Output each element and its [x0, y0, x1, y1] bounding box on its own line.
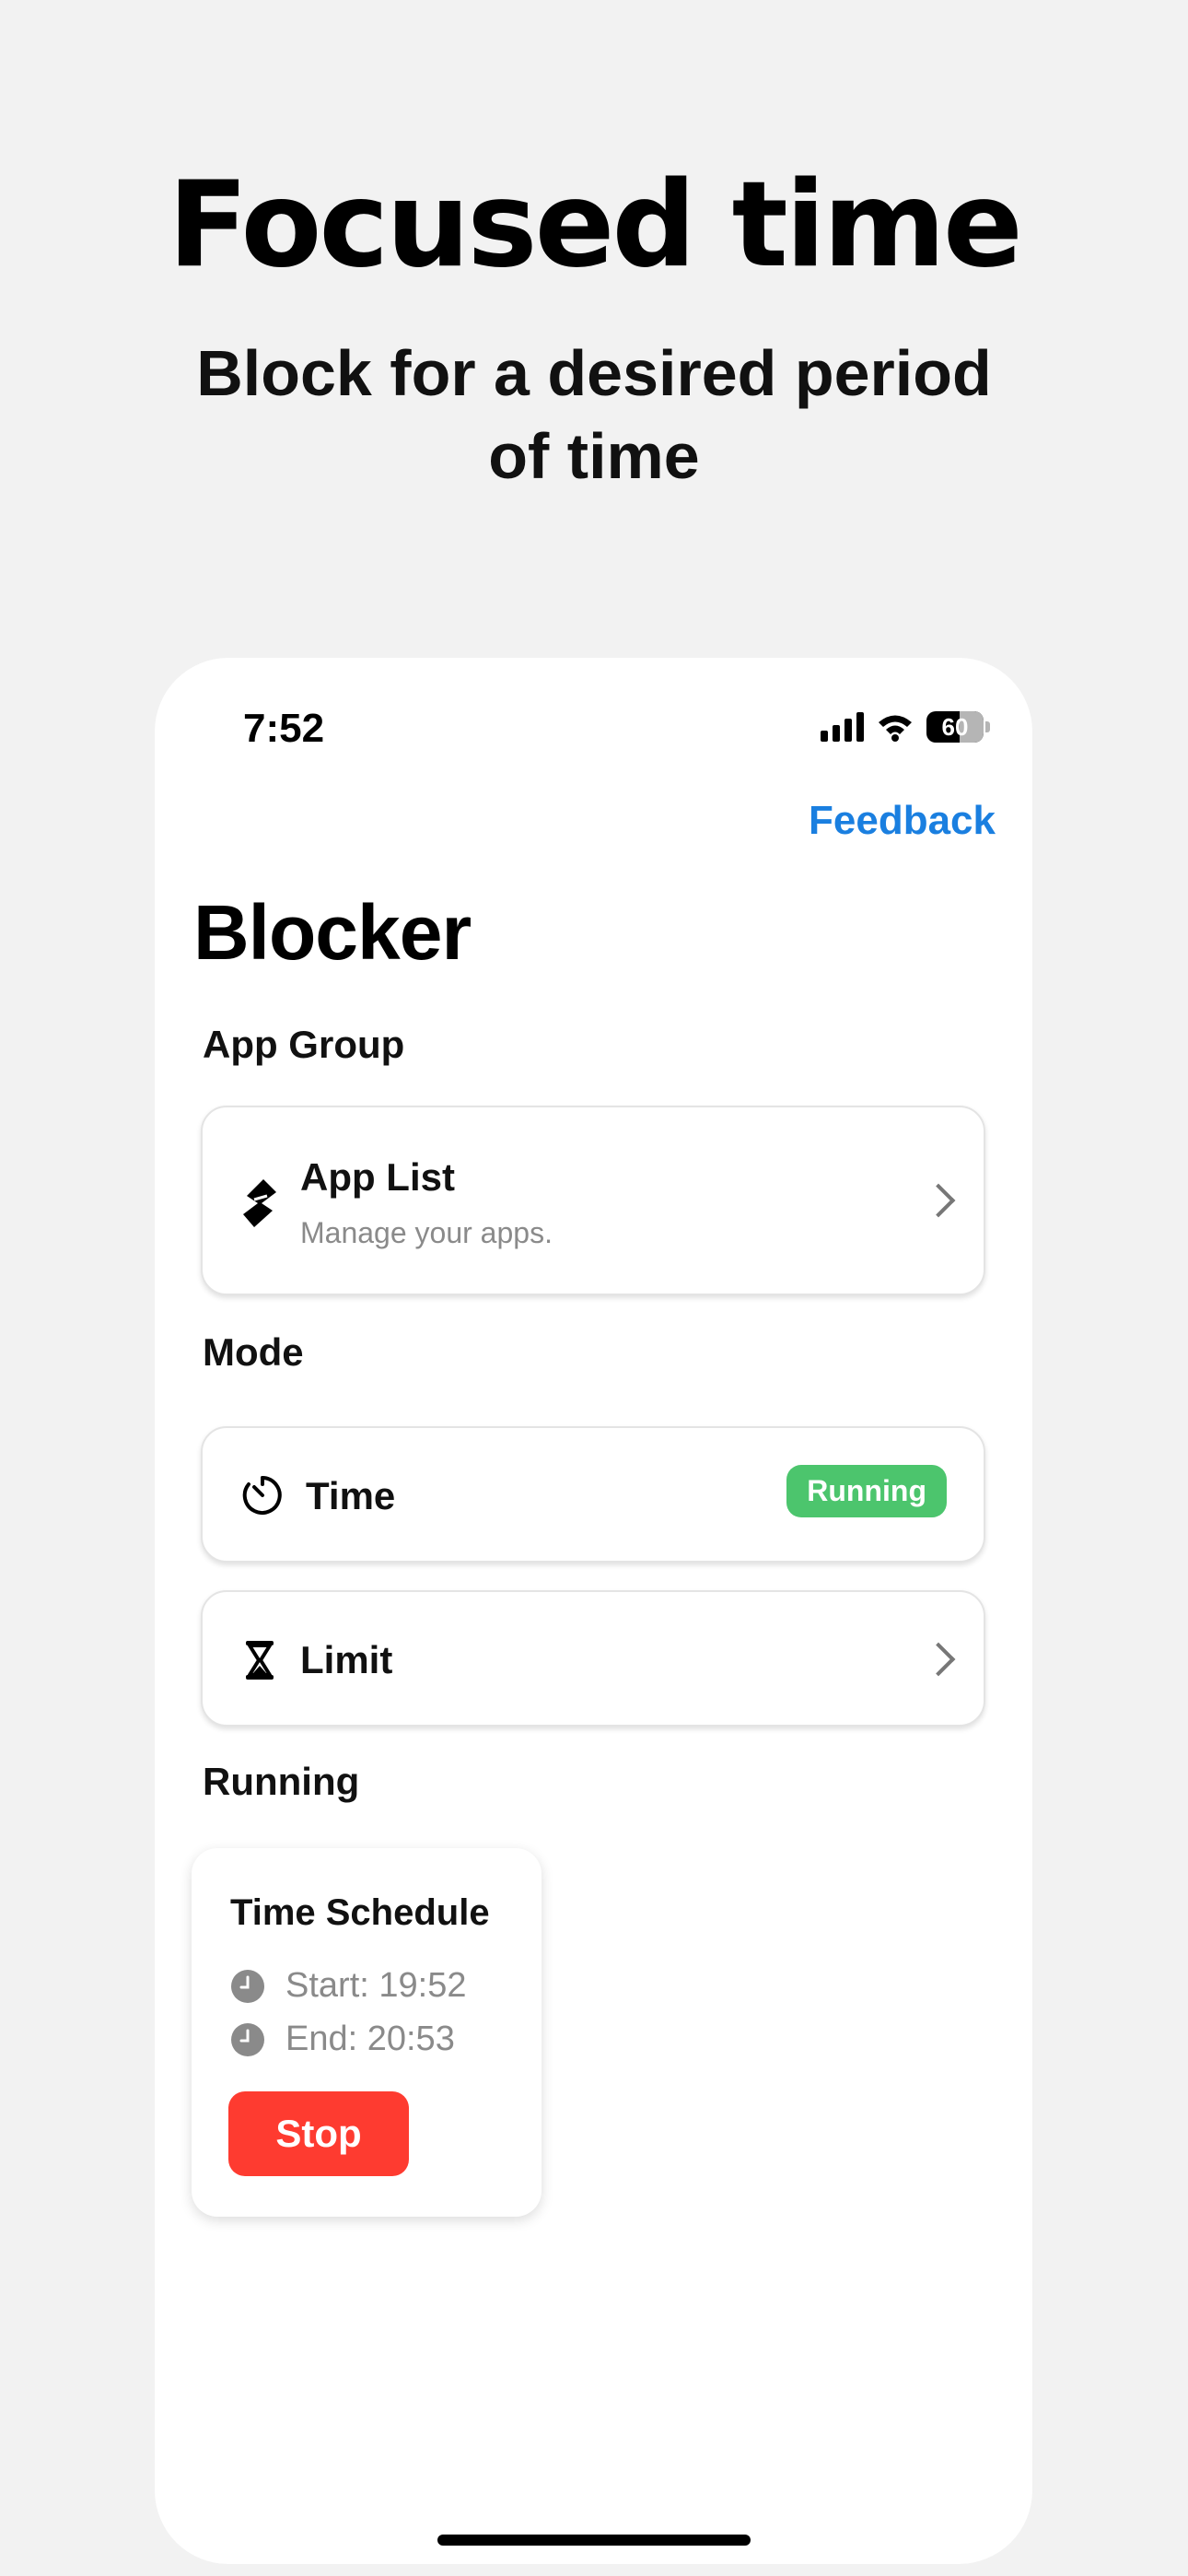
screen-title: Blocker [193, 889, 472, 976]
status-time: 7:52 [243, 706, 325, 751]
status-badge: Running [786, 1465, 947, 1517]
phone-screen: 7:52 60 Feedback Blocker App Group App L… [155, 658, 1032, 2564]
stop-button[interactable]: Stop [228, 2091, 409, 2176]
section-label-mode: Mode [203, 1330, 304, 1374]
mode-time-title: Time [306, 1474, 396, 1517]
battery-level: 60 [941, 712, 969, 741]
chevron-right-icon [921, 1642, 956, 1677]
app-list-subtitle: Manage your apps. [300, 1216, 553, 1249]
cellular-signal-icon [821, 712, 864, 742]
battery-cap [985, 721, 990, 732]
timer-icon [242, 1476, 282, 1515]
time-schedule-card: Time Schedule Start: 19:52 End: 20:53 St… [192, 1848, 542, 2217]
home-indicator[interactable] [437, 2535, 751, 2546]
wifi-icon [879, 715, 912, 742]
battery-icon: 60 [926, 711, 984, 743]
mode-time-card[interactable]: Time Running [201, 1426, 985, 1563]
clock-icon [231, 2022, 264, 2056]
section-label-running: Running [203, 1760, 360, 1803]
app-list-card[interactable]: App List Manage your apps. [201, 1106, 985, 1295]
schedule-end-row: End: 20:53 [230, 2020, 455, 2059]
clock-icon [231, 1969, 264, 2003]
app-list-title: App List [300, 1155, 455, 1199]
schedule-start-row: Start: 19:52 [230, 1966, 466, 2006]
schedule-end: End: 20:53 [285, 2020, 455, 2058]
promo-subheadline: Block for a desired period of time [196, 337, 992, 492]
section-label-app-group: App Group [203, 1023, 405, 1066]
promo-headline: Focused time [168, 157, 1023, 294]
feedback-button[interactable]: Feedback [809, 798, 996, 844]
schedule-title: Time Schedule [230, 1892, 490, 1933]
apps-icon [243, 1179, 276, 1227]
status-icons: 60 [821, 711, 990, 743]
mode-limit-title: Limit [300, 1638, 393, 1681]
hourglass-icon [246, 1641, 274, 1680]
mode-limit-card[interactable]: Limit [201, 1590, 985, 1727]
schedule-start: Start: 19:52 [285, 1966, 467, 2005]
chevron-right-icon [921, 1183, 956, 1218]
